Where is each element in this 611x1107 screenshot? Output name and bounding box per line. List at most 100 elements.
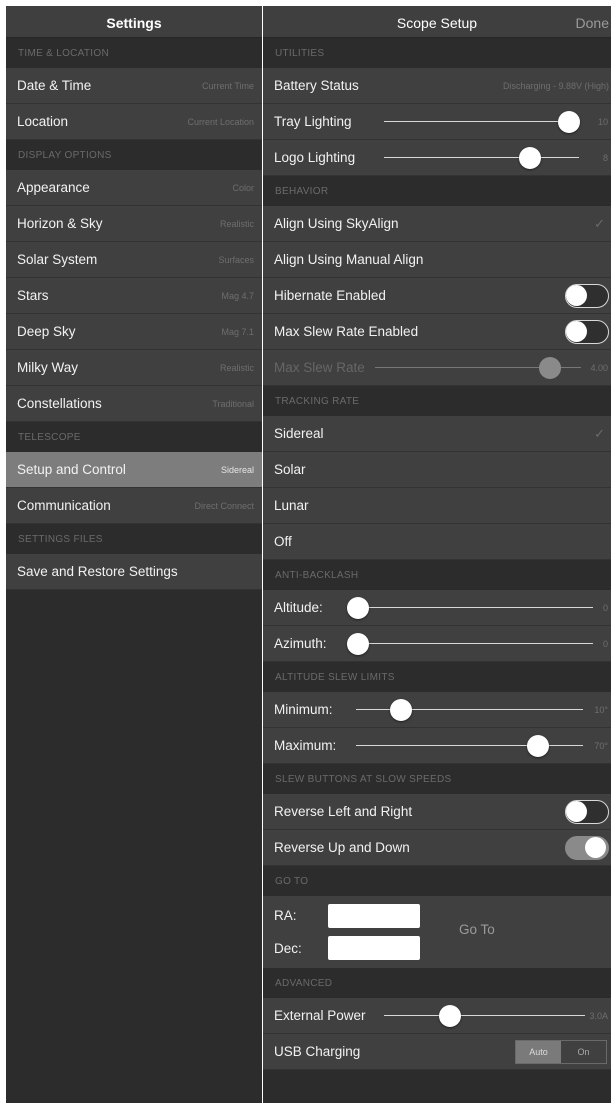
row-tracking-off[interactable]: Off	[263, 524, 611, 560]
row-constellations[interactable]: Constellations Traditional	[6, 386, 262, 422]
slider-thumb[interactable]	[390, 699, 413, 721]
section-header-anti-backlash: ANTI-BACKLASH	[275, 570, 359, 581]
settings-navbar: Settings	[6, 6, 262, 38]
row-label: USB Charging	[274, 1044, 361, 1059]
row-label: Minimum:	[274, 702, 333, 717]
row-value: Direct Connect	[194, 501, 254, 511]
row-label: Solar	[274, 462, 306, 477]
row-value: Traditional	[212, 399, 254, 409]
row-setup-and-control[interactable]: Setup and Control Sidereal	[6, 452, 262, 488]
row-appearance[interactable]: Appearance Color	[6, 170, 262, 206]
row-label: Off	[274, 534, 292, 549]
row-max-slew-rate: Max Slew Rate 4.00	[263, 350, 611, 386]
section-header-time-location: TIME & LOCATION	[18, 48, 109, 59]
row-horizon-sky[interactable]: Horizon & Sky Realistic	[6, 206, 262, 242]
row-label: Logo Lighting	[274, 150, 356, 165]
row-label: Reverse Up and Down	[274, 840, 410, 855]
section-header-telescope: TELESCOPE	[18, 432, 81, 443]
screen: Settings TIME & LOCATION Date & Time Cur…	[0, 0, 611, 1107]
row-solar-system[interactable]: Solar System Surfaces	[6, 242, 262, 278]
slider-thumb[interactable]	[526, 735, 549, 757]
row-label: Milky Way	[17, 360, 78, 375]
slider-thumb[interactable]	[439, 1005, 462, 1027]
reverse-up-down-toggle[interactable]	[565, 836, 609, 860]
row-tracking-sidereal[interactable]: Sidereal ✓	[263, 416, 611, 452]
row-stars[interactable]: Stars Mag 4.7	[6, 278, 262, 314]
slider-thumb[interactable]	[347, 597, 369, 619]
row-max-slew-limit: Maximum: 70°	[263, 728, 611, 764]
row-label: Sidereal	[274, 426, 324, 441]
usb-charging-segmented[interactable]: Auto On	[515, 1040, 607, 1064]
row-deep-sky[interactable]: Deep Sky Mag 7.1	[6, 314, 262, 350]
row-align-manual[interactable]: Align Using Manual Align	[263, 242, 611, 278]
row-label: Stars	[17, 288, 49, 303]
hibernate-toggle[interactable]	[565, 284, 609, 308]
section-header-settings-files: SETTINGS FILES	[18, 534, 103, 545]
row-tracking-solar[interactable]: Solar	[263, 452, 611, 488]
ra-input[interactable]	[328, 904, 420, 928]
row-save-restore[interactable]: Save and Restore Settings	[6, 554, 262, 590]
row-min-slew-limit: Minimum: 10°	[263, 692, 611, 728]
row-hibernate: Hibernate Enabled	[263, 278, 611, 314]
row-date-time[interactable]: Date & Time Current Time	[6, 68, 262, 104]
slider-value: 10°	[594, 705, 608, 715]
row-label: Altitude:	[274, 600, 323, 615]
row-tracking-lunar[interactable]: Lunar	[263, 488, 611, 524]
slider-track	[358, 643, 593, 644]
row-label: Date & Time	[17, 78, 92, 93]
row-value: Surfaces	[218, 255, 254, 265]
row-milky-way[interactable]: Milky Way Realistic	[6, 350, 262, 386]
row-label: Battery Status	[274, 78, 359, 93]
row-reverse-up-down: Reverse Up and Down	[263, 830, 611, 866]
max-slew-enabled-toggle[interactable]	[565, 320, 609, 344]
goto-button[interactable]: Go To	[459, 922, 495, 937]
row-label: Max Slew Rate	[274, 360, 365, 375]
slider-thumb	[539, 357, 562, 379]
row-label: Max Slew Rate Enabled	[274, 324, 419, 339]
row-external-power: External Power 3.0A	[263, 998, 611, 1034]
row-usb-charging: USB Charging Auto On	[263, 1034, 611, 1070]
battery-value: Discharging - 9.88V (High)	[502, 81, 609, 91]
slider-thumb[interactable]	[558, 111, 580, 133]
row-label: Maximum:	[274, 738, 337, 753]
section-header-behavior: BEHAVIOR	[275, 186, 329, 197]
row-communication[interactable]: Communication Direct Connect	[6, 488, 262, 524]
row-location[interactable]: Location Current Location	[6, 104, 262, 140]
row-value: Mag 7.1	[221, 327, 254, 337]
row-tray-lighting: Tray Lighting 10	[263, 104, 611, 140]
slider-value: 0	[602, 603, 608, 613]
ra-label: RA:	[274, 908, 297, 923]
dec-input[interactable]	[328, 936, 420, 960]
row-value: Current Time	[201, 81, 254, 91]
goto-block: RA: Dec: Go To	[263, 896, 611, 968]
row-label: Align Using Manual Align	[274, 252, 424, 267]
slider-value: 10	[597, 117, 608, 127]
row-label: Azimuth:	[274, 636, 327, 651]
row-label: Solar System	[17, 252, 98, 267]
row-label: Horizon & Sky	[17, 216, 103, 231]
row-label: Deep Sky	[17, 324, 76, 339]
scope-setup-navbar: Scope Setup Done	[263, 6, 611, 38]
row-align-skyalign[interactable]: Align Using SkyAlign ✓	[263, 206, 611, 242]
section-header-slew-buttons: SLEW BUTTONS AT SLOW SPEEDS	[275, 774, 452, 785]
row-max-slew-enabled: Max Slew Rate Enabled	[263, 314, 611, 350]
section-header-tracking: TRACKING RATE	[275, 396, 360, 407]
section-header-slew-limits: ALTITUDE SLEW LIMITS	[275, 672, 395, 683]
section-header-goto: GO TO	[275, 876, 309, 887]
done-button[interactable]: Done	[576, 15, 609, 31]
usb-option-auto[interactable]: Auto	[516, 1041, 561, 1063]
row-label: Hibernate Enabled	[274, 288, 386, 303]
slider-thumb[interactable]	[519, 147, 542, 169]
row-label: Communication	[17, 498, 111, 513]
row-label: External Power	[274, 1008, 366, 1023]
reverse-left-right-toggle[interactable]	[565, 800, 609, 824]
row-label: Align Using SkyAlign	[274, 216, 399, 231]
slider-value: 8	[602, 153, 608, 163]
row-label: Reverse Left and Right	[274, 804, 413, 819]
row-value: Sidereal	[220, 465, 254, 475]
row-azimuth-backlash: Azimuth: 0	[263, 626, 611, 662]
row-altitude-backlash: Altitude: 0	[263, 590, 611, 626]
slider-thumb[interactable]	[347, 633, 369, 655]
usb-option-on[interactable]: On	[561, 1041, 606, 1063]
dec-label: Dec:	[274, 941, 302, 956]
